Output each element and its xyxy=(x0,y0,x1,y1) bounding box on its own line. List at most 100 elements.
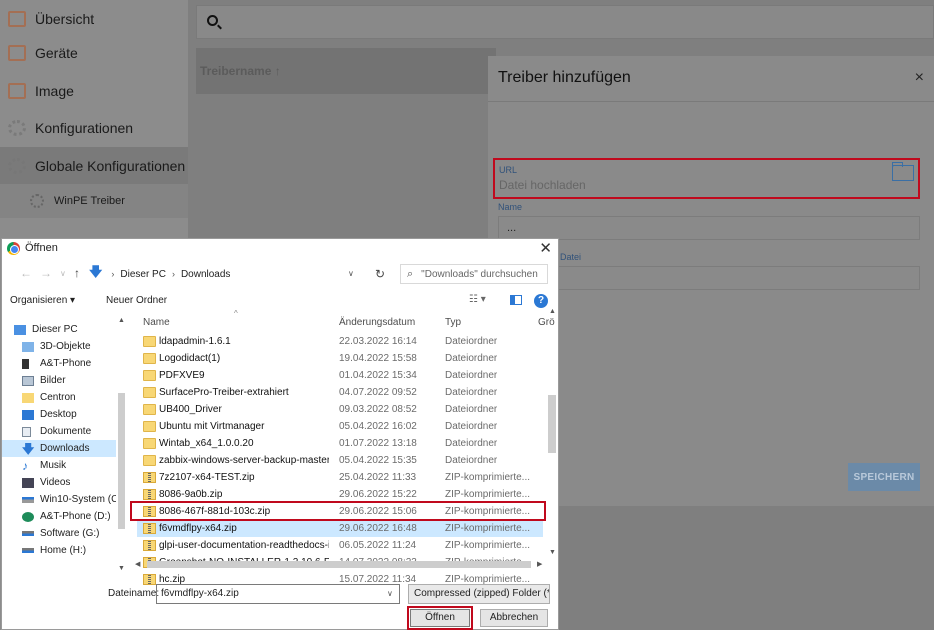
search-bar[interactable] xyxy=(196,5,934,39)
sidebar-subitem-winpe-treiber[interactable]: WinPE Treiber xyxy=(0,184,188,218)
scroll-right-icon[interactable]: ▶ xyxy=(537,560,542,568)
nav-item-dieser-pc[interactable]: Dieser PC xyxy=(2,321,116,338)
sidebar-item-label: Image xyxy=(35,83,74,99)
sidebar-item-uebersicht[interactable]: Übersicht xyxy=(0,0,188,38)
nav-item-videos[interactable]: Videos xyxy=(2,474,116,491)
phone-icon xyxy=(22,358,29,369)
chevron-down-icon[interactable]: ∨ xyxy=(348,269,354,278)
chevron-down-icon[interactable]: ∨ xyxy=(387,589,393,598)
file-row[interactable]: zabbix-windows-server-backup-master 05.04… xyxy=(137,452,543,469)
scroll-down-icon[interactable]: ▼ xyxy=(549,549,556,556)
nav-item-desktop[interactable]: Desktop xyxy=(2,406,116,423)
overview-icon xyxy=(8,11,26,27)
file-date: 01.07.2022 13:18 xyxy=(339,438,417,449)
sidebar-item-geraete[interactable]: Geräte xyxy=(0,34,188,72)
file-row[interactable]: UB400_Driver 09.03.2022 08:52 Dateiordner xyxy=(137,401,543,418)
breadcrumb-item[interactable]: Downloads xyxy=(181,269,230,280)
back-arrow-icon[interactable]: ← xyxy=(20,266,32,280)
file-type: Dateiordner xyxy=(445,404,498,415)
scroll-thumb[interactable] xyxy=(147,561,531,568)
file-name: f6vmdflpy-x64.zip xyxy=(159,523,237,534)
file-name: Wintab_x64_1.0.0.20 xyxy=(159,438,254,449)
name-field[interactable]: ... xyxy=(498,216,920,240)
file-type: ZIP-komprimierte... xyxy=(445,523,531,534)
file-row[interactable]: SurfacePro-Treiber-extrahiert 04.07.2022 … xyxy=(137,384,543,401)
nav-item-home[interactable]: Home (H:) xyxy=(2,542,116,559)
nav-item-3d-objekte[interactable]: 3D-Objekte xyxy=(2,338,116,355)
file-type: Dateiordner xyxy=(445,336,498,347)
file-row[interactable]: Ubuntu mit Virtmanager 05.04.2022 16:02 Da… xyxy=(137,418,543,435)
table-column-header[interactable]: Treibername ↑ xyxy=(196,48,496,94)
save-button[interactable]: SPEICHERN xyxy=(848,463,920,491)
up-arrow-icon[interactable]: ↑ xyxy=(74,266,80,280)
file-type: ZIP-komprimierte... xyxy=(445,472,531,483)
dialog-titlebar: Öffnen ✕ xyxy=(2,239,558,259)
nav-scrollbar[interactable]: ▲ ▼ xyxy=(116,315,127,577)
sidebar-item-label: Globale Konfigurationen xyxy=(35,158,186,174)
file-row-selected[interactable]: f6vmdflpy-x64.zip 29.06.2022 16:48 ZIP-kom… xyxy=(137,520,543,537)
modal-title: Treiber hinzufügen xyxy=(498,69,631,86)
nav-item-label: Centron xyxy=(40,392,76,403)
zip-file-icon xyxy=(143,472,156,483)
gear-icon xyxy=(8,120,26,136)
file-row[interactable]: Logodidact(1) 19.04.2022 15:58 Dateiordner xyxy=(137,350,543,367)
open-button-highlight xyxy=(407,606,473,630)
file-type: Dateiordner xyxy=(445,438,498,449)
preview-pane-icon[interactable] xyxy=(510,295,522,305)
close-icon[interactable]: × xyxy=(915,69,924,87)
scroll-down-icon[interactable]: ▼ xyxy=(118,565,125,572)
file-type: Dateiordner xyxy=(445,455,498,466)
sidebar-item-konfigurationen[interactable]: Konfigurationen xyxy=(0,109,188,147)
file-type-filter[interactable]: Compressed (zipped) Folder (*. ∨ xyxy=(408,584,550,604)
breadcrumb-item[interactable]: Dieser PC xyxy=(120,269,166,280)
file-date: 29.06.2022 15:22 xyxy=(339,489,417,500)
nav-item-at-phone-drive[interactable]: A&T-Phone (D:) xyxy=(2,508,116,525)
help-icon[interactable]: ? xyxy=(534,294,548,308)
scroll-thumb[interactable] xyxy=(118,393,125,529)
file-row[interactable]: Wintab_x64_1.0.0.20 01.07.2022 13:18 Datei… xyxy=(137,435,543,452)
scroll-up-icon[interactable]: ▲ xyxy=(549,308,556,315)
nav-item-label: Bilder xyxy=(40,375,66,386)
nav-item-win10-system[interactable]: Win10-System (C xyxy=(2,491,116,508)
file-row[interactable]: PDFXVE9 01.04.2022 15:34 Dateiordner xyxy=(137,367,543,384)
nav-item-label: A&T-Phone xyxy=(40,358,92,369)
organize-button[interactable]: Organisieren ▾ xyxy=(10,295,75,306)
cancel-button[interactable]: Abbrechen xyxy=(480,609,548,627)
cube-icon xyxy=(22,341,34,352)
view-options-button[interactable]: ☷ ▾ xyxy=(469,294,486,305)
file-row[interactable]: ldapadmin-1.6.1 22.03.2022 16:14 Dateiordn… xyxy=(137,333,543,350)
file-row[interactable]: 7z2107-x64-TEST.zip 25.04.2022 11:33 ZIP-k… xyxy=(137,469,543,486)
search-input[interactable]: ⌕ "Downloads" durchsuchen xyxy=(400,264,548,284)
recent-chevron-icon[interactable]: ∨ xyxy=(60,269,66,278)
setup-path-field[interactable] xyxy=(498,266,920,290)
column-header-name[interactable]: Name xyxy=(143,317,170,328)
column-header-type[interactable]: Typ xyxy=(445,317,461,328)
address-bar[interactable]: 🡇 › Dieser PC › Downloads xyxy=(86,264,368,284)
file-row[interactable]: glpi-user-documentation-readthedocs-i...… xyxy=(137,537,543,554)
new-folder-button[interactable]: Neuer Ordner xyxy=(106,295,167,306)
scroll-thumb[interactable] xyxy=(548,395,556,453)
nav-item-dokumente[interactable]: Dokumente xyxy=(2,423,116,440)
column-header-date[interactable]: Änderungsdatum xyxy=(339,317,415,328)
url-upload-field[interactable]: URL Datei hochladen xyxy=(493,158,920,199)
nav-item-downloads[interactable]: 🡇 Downloads xyxy=(2,440,116,457)
sidebar-item-globale-konfigurationen[interactable]: Globale Konfigurationen xyxy=(0,147,188,185)
scroll-up-icon[interactable]: ▲ xyxy=(118,317,125,324)
horizontal-scrollbar[interactable]: ◀ ▶ xyxy=(133,559,547,569)
nav-item-software[interactable]: Software (G:) xyxy=(2,525,116,542)
nav-item-centron[interactable]: Centron xyxy=(2,389,116,406)
download-icon: 🡇 xyxy=(22,441,35,456)
sidebar-item-image[interactable]: Image xyxy=(0,72,188,110)
scroll-left-icon[interactable]: ◀ xyxy=(135,560,140,568)
file-scrollbar[interactable]: ▲ ▼ xyxy=(547,308,557,559)
forward-arrow-icon[interactable]: → xyxy=(40,266,52,280)
nav-item-musik[interactable]: ♪ Musik xyxy=(2,457,116,474)
file-date: 06.05.2022 11:24 xyxy=(339,540,417,551)
filename-input[interactable]: f6vmdflpy-x64.zip xyxy=(156,584,400,604)
refresh-icon[interactable]: ↻ xyxy=(368,264,392,284)
close-icon[interactable]: ✕ xyxy=(539,239,552,257)
folder-icon[interactable] xyxy=(892,162,914,181)
file-open-dialog: Öffnen ✕ ← → ∨ ↑ 🡇 › Dieser PC › Downloa… xyxy=(1,238,559,630)
nav-item-bilder[interactable]: Bilder xyxy=(2,372,116,389)
nav-item-at-phone[interactable]: A&T-Phone xyxy=(2,355,116,372)
